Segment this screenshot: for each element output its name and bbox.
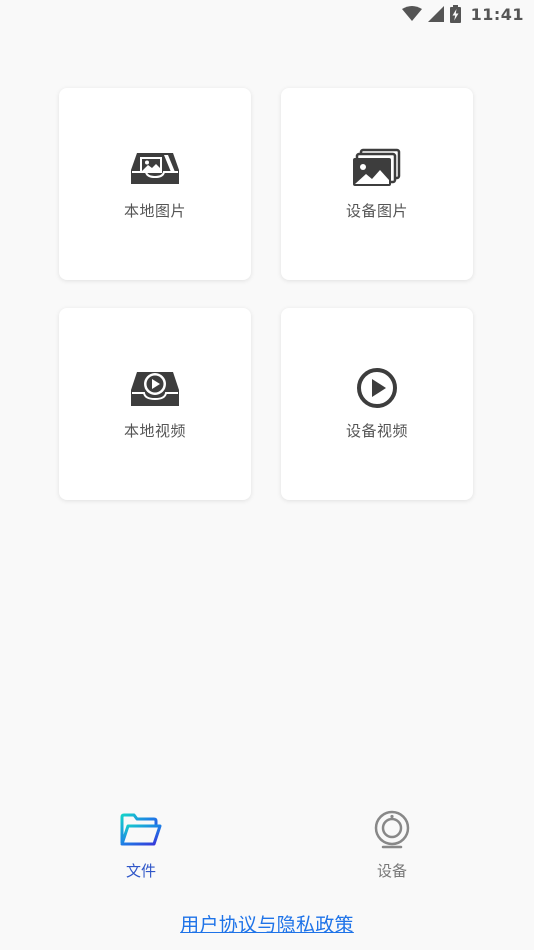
tab-devices[interactable]: 设备 bbox=[332, 808, 452, 881]
local-video-icon bbox=[131, 368, 179, 408]
card-label: 本地视频 bbox=[123, 422, 186, 440]
app-screen: 11:41 本地图片 设备图片 本地视频 设备视频 文件 设备 用户协议与隐私政… bbox=[0, 0, 534, 950]
wifi-icon bbox=[401, 6, 422, 22]
card-label: 设备视频 bbox=[345, 422, 408, 440]
tab-label: 设备 bbox=[376, 862, 407, 880]
tab-label: 文件 bbox=[125, 862, 156, 880]
camera-device-icon bbox=[370, 808, 414, 852]
local-video-card[interactable]: 本地视频 bbox=[59, 308, 251, 500]
device-images-icon bbox=[353, 148, 401, 188]
tab-files[interactable]: 文件 bbox=[81, 808, 201, 881]
status-bar: 11:41 bbox=[401, 0, 534, 28]
folder-icon bbox=[119, 808, 163, 852]
local-image-icon bbox=[131, 148, 179, 188]
privacy-policy-link[interactable]: 用户协议与隐私政策 bbox=[0, 910, 534, 937]
local-images-card[interactable]: 本地图片 bbox=[59, 88, 251, 280]
battery-charging-icon bbox=[449, 5, 461, 23]
card-label: 设备图片 bbox=[345, 202, 408, 220]
device-video-icon bbox=[353, 368, 401, 408]
card-label: 本地图片 bbox=[123, 202, 186, 220]
device-images-card[interactable]: 设备图片 bbox=[281, 88, 473, 280]
status-time: 11:41 bbox=[470, 4, 524, 24]
device-video-card[interactable]: 设备视频 bbox=[281, 308, 473, 500]
cell-signal-icon bbox=[427, 6, 444, 22]
